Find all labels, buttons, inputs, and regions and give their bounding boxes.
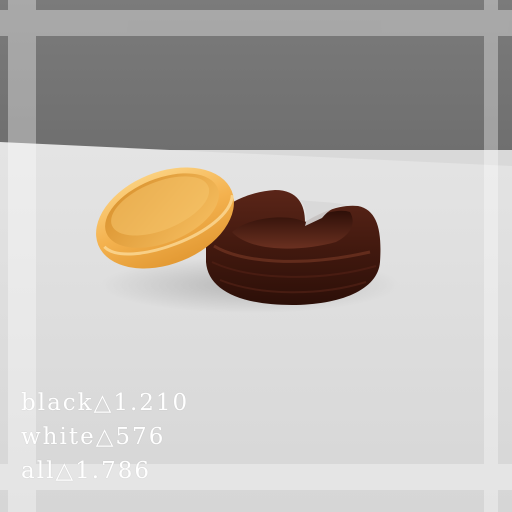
poly-count-stats: black△1.210 white△576 all△1.786 — [21, 386, 321, 488]
stat-white: white△576 — [21, 420, 321, 454]
stat-black: black△1.210 — [21, 386, 321, 420]
stat-all: all△1.786 — [21, 454, 321, 488]
game-viewport: black△1.210 white△576 all△1.786 — [0, 0, 512, 512]
delta-icon: △ — [55, 458, 76, 484]
stat-black-label: black — [21, 390, 94, 416]
stat-black-value: 1.210 — [113, 390, 190, 416]
delta-icon: △ — [93, 390, 114, 416]
stat-all-label: all — [21, 458, 56, 484]
stat-white-value: 576 — [115, 424, 166, 450]
stat-white-label: white — [21, 424, 96, 450]
stat-all-value: 1.786 — [75, 458, 151, 484]
delta-icon: △ — [95, 424, 116, 450]
